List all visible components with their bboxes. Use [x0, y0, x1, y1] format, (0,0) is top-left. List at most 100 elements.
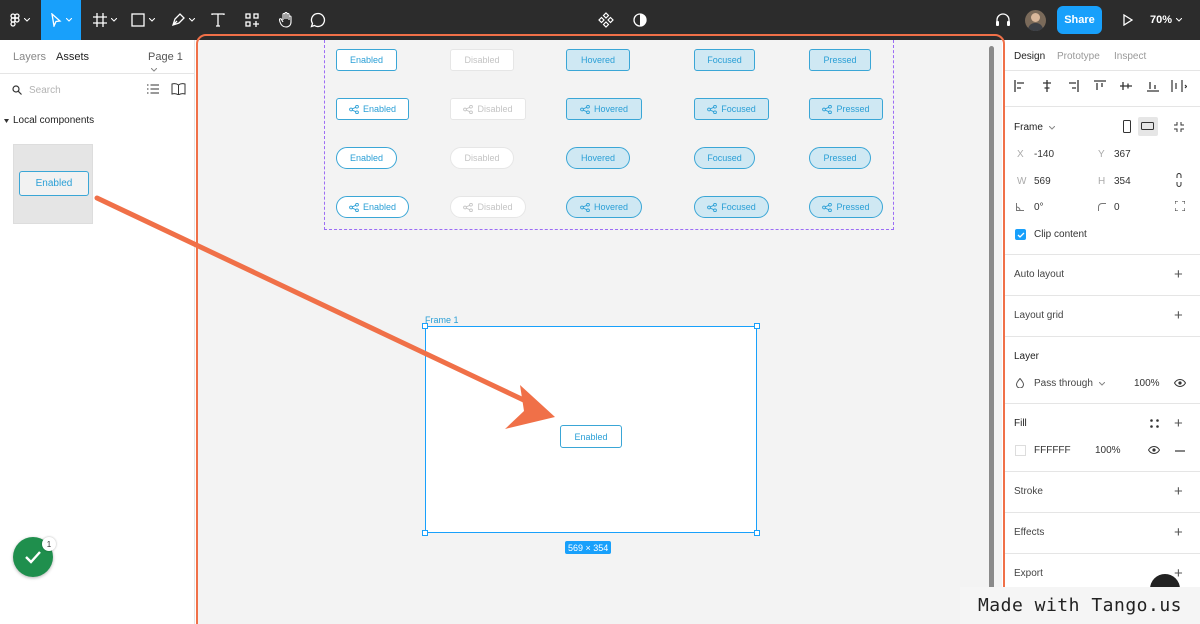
align-vertical-center-icon[interactable] [1120, 80, 1132, 92]
variant-label: Focused [721, 104, 756, 114]
x-field[interactable]: -140 [1034, 149, 1054, 160]
constrain-proportions-icon[interactable] [1176, 173, 1182, 187]
resize-to-fit-icon[interactable] [1174, 122, 1184, 132]
share-button[interactable]: Share [1057, 6, 1102, 34]
h-label: H [1098, 176, 1106, 187]
list-view-icon[interactable] [147, 84, 159, 94]
add-layout-grid-icon[interactable]: + [1174, 308, 1183, 323]
shape-tool-icon[interactable] [128, 0, 158, 40]
style-grid-icon[interactable] [1150, 419, 1159, 428]
variant-button-hovered[interactable]: Hovered [566, 147, 630, 169]
variant-button-enabled[interactable]: Enabled [336, 98, 409, 120]
variant-button-pressed[interactable]: Pressed [809, 49, 871, 71]
variant-button-pressed[interactable]: Pressed [809, 147, 871, 169]
variant-button-focused[interactable]: Focused [694, 196, 769, 218]
checkmark-icon [25, 551, 41, 564]
width-field[interactable]: 569 [1034, 176, 1051, 187]
resources-icon[interactable] [240, 0, 264, 40]
resize-handle[interactable] [422, 530, 428, 536]
height-field[interactable]: 354 [1114, 176, 1131, 187]
present-play-icon[interactable] [1118, 0, 1138, 40]
eye-icon[interactable] [1174, 379, 1186, 387]
layer-opacity-field[interactable]: 100% [1134, 378, 1160, 389]
variant-button-enabled[interactable]: Enabled [336, 196, 409, 218]
variant-button-disabled[interactable]: Disabled [450, 147, 514, 169]
align-right-icon[interactable] [1067, 80, 1079, 92]
resize-handle[interactable] [754, 323, 760, 329]
variant-button-hovered[interactable]: Hovered [566, 196, 642, 218]
align-bottom-icon[interactable] [1147, 80, 1159, 92]
user-avatar[interactable] [1025, 10, 1046, 31]
variant-label: Focused [707, 55, 742, 65]
local-components-header[interactable]: Local components [4, 115, 94, 126]
distribute-icon[interactable] [1171, 80, 1187, 92]
rotation-field[interactable]: 0° [1034, 202, 1044, 213]
landscape-toggle[interactable] [1138, 117, 1158, 136]
clip-content-checkbox[interactable] [1015, 229, 1026, 240]
component-icon[interactable] [596, 0, 616, 40]
tab-prototype[interactable]: Prototype [1057, 51, 1100, 62]
variant-button-focused[interactable]: Focused [694, 49, 755, 71]
variant-button-focused[interactable]: Focused [694, 147, 755, 169]
align-left-icon[interactable] [1014, 80, 1026, 92]
variant-button-focused[interactable]: Focused [694, 98, 769, 120]
variant-button-hovered[interactable]: Hovered [566, 98, 642, 120]
page-selector[interactable]: Page 1 [148, 51, 194, 75]
variant-button-pressed[interactable]: Pressed [809, 98, 883, 120]
variant-button-disabled[interactable]: Disabled [450, 98, 526, 120]
add-fill-icon[interactable]: + [1174, 416, 1183, 431]
frame-name-label[interactable]: Frame 1 [425, 315, 459, 325]
share-icon [349, 202, 359, 212]
move-tool-icon[interactable] [41, 0, 81, 40]
section-auto-layout: Auto layout [1014, 269, 1065, 280]
team-library-icon[interactable] [171, 83, 186, 95]
add-stroke-icon[interactable]: + [1174, 484, 1183, 499]
share-icon [463, 104, 474, 114]
corner-radius-field[interactable]: 0 [1114, 202, 1120, 213]
variant-button-pressed[interactable]: Pressed [809, 196, 883, 218]
component-thumbnail[interactable]: Enabled [13, 144, 93, 224]
comment-icon[interactable] [306, 0, 330, 40]
y-label: Y [1098, 149, 1105, 160]
figma-menu-icon[interactable] [0, 0, 40, 40]
add-effect-icon[interactable]: + [1174, 525, 1183, 540]
blend-mode-dropdown[interactable]: Pass through [1034, 378, 1106, 389]
y-field[interactable]: 367 [1114, 149, 1131, 160]
variant-button-hovered[interactable]: Hovered [566, 49, 630, 71]
resize-handle[interactable] [422, 323, 428, 329]
divider [1005, 512, 1200, 513]
variant-button-enabled[interactable]: Enabled [336, 49, 397, 71]
tab-design[interactable]: Design [1014, 51, 1045, 62]
fill-visibility-eye-icon[interactable] [1148, 446, 1160, 454]
portrait-icon[interactable] [1123, 120, 1131, 133]
button-instance[interactable]: Enabled [560, 425, 622, 448]
variant-button-disabled[interactable]: Disabled [450, 196, 526, 218]
resize-handle[interactable] [754, 530, 760, 536]
align-top-icon[interactable] [1094, 80, 1106, 92]
tab-inspect[interactable]: Inspect [1114, 51, 1146, 62]
hand-tool-icon[interactable] [274, 0, 298, 40]
theme-contrast-icon[interactable] [630, 0, 650, 40]
frame-tool-icon[interactable] [90, 0, 120, 40]
checkmark-icon [1017, 232, 1024, 238]
variant-button-disabled[interactable]: Disabled [450, 49, 514, 71]
independent-corners-icon[interactable] [1175, 201, 1185, 211]
variant-button-enabled[interactable]: Enabled [336, 147, 397, 169]
page-name: Page 1 [148, 51, 183, 63]
fill-color-swatch[interactable] [1015, 445, 1026, 456]
remove-fill-icon[interactable] [1175, 450, 1185, 452]
fill-hex-field[interactable]: FFFFFF [1034, 445, 1071, 456]
zoom-dropdown[interactable]: 70% [1150, 0, 1183, 40]
frame-type-dropdown[interactable]: Frame [1014, 122, 1056, 133]
align-horizontal-center-icon[interactable] [1041, 80, 1053, 92]
pen-tool-icon[interactable] [168, 0, 198, 40]
audio-headphones-icon[interactable] [992, 0, 1014, 40]
text-tool-icon[interactable] [206, 0, 230, 40]
search-input[interactable] [29, 83, 139, 97]
fill-opacity-field[interactable]: 100% [1095, 445, 1121, 456]
blend-mode-value: Pass through [1034, 378, 1093, 389]
tab-layers[interactable]: Layers [13, 51, 46, 63]
add-auto-layout-icon[interactable]: + [1174, 267, 1183, 282]
tab-assets[interactable]: Assets [56, 51, 89, 63]
canvas-scrollbar[interactable] [989, 46, 994, 606]
